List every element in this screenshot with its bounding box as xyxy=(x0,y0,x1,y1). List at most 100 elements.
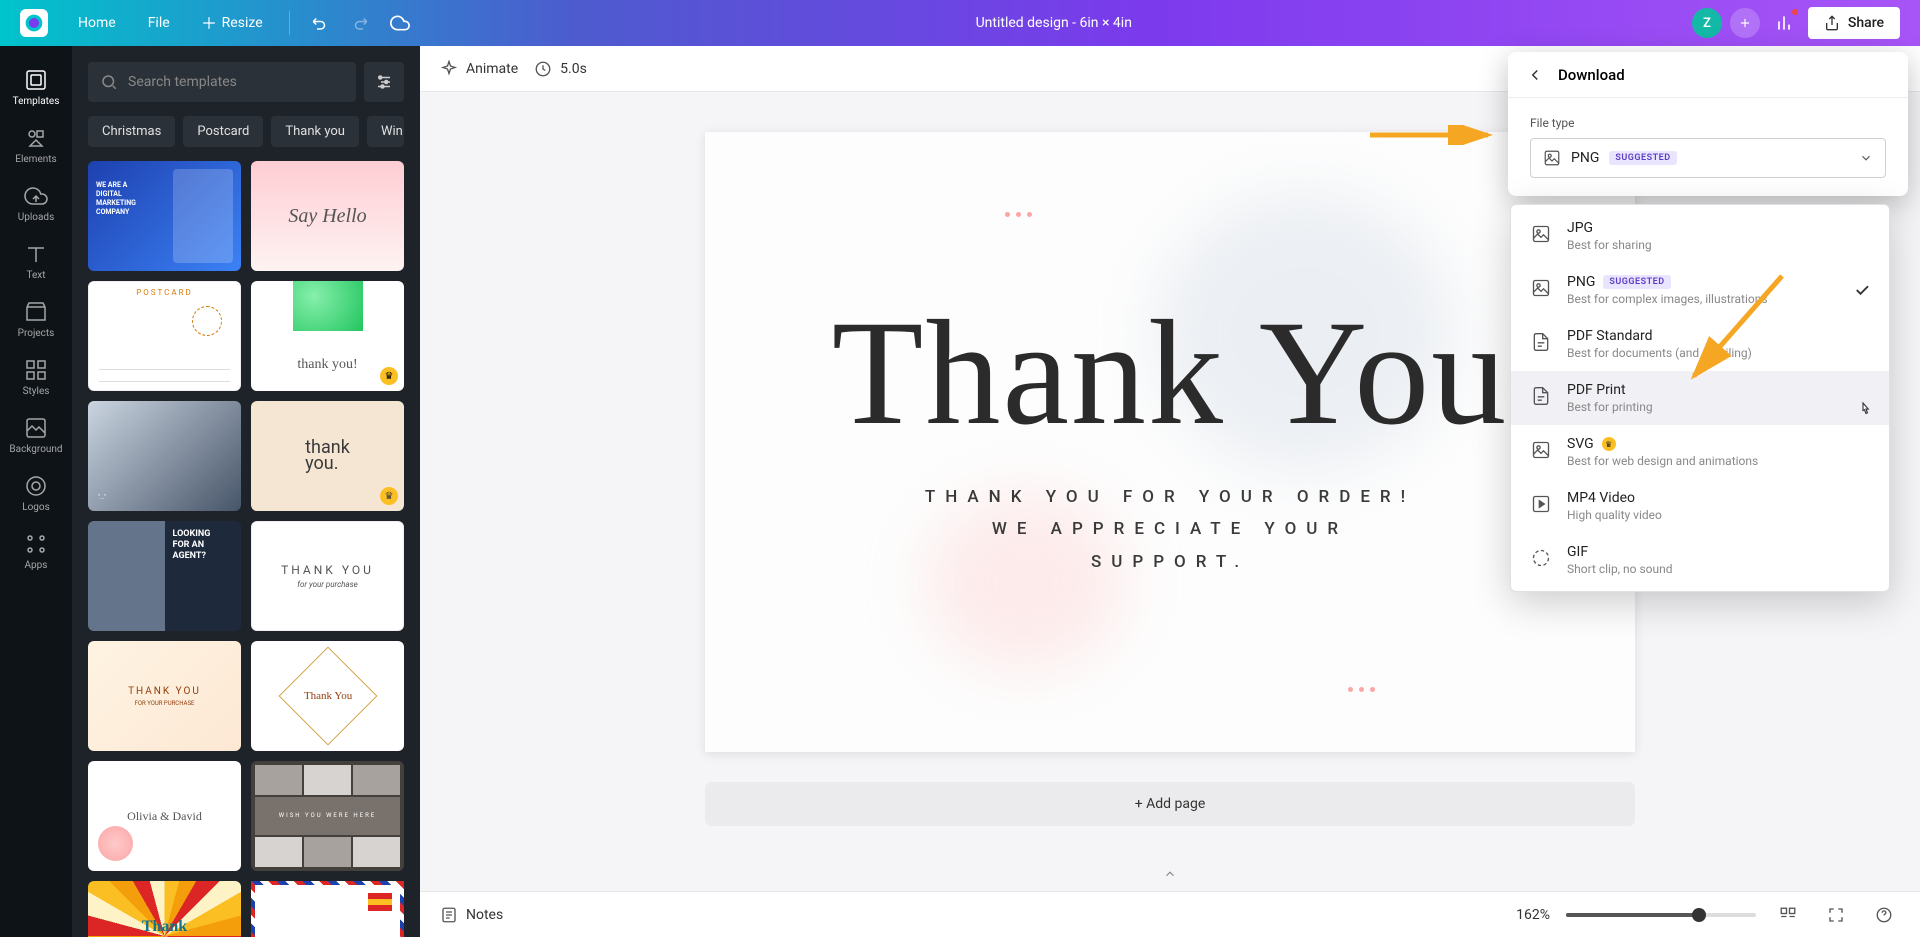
option-desc: High quality video xyxy=(1567,508,1871,522)
sliders-icon xyxy=(375,73,393,91)
crown-icon: ♛ xyxy=(1602,437,1616,451)
format-icon xyxy=(1529,276,1553,300)
suggested-badge: SUGGESTED xyxy=(1603,275,1670,289)
download-panel: Download File type PNG SUGGESTED xyxy=(1508,52,1908,196)
fullscreen-button[interactable] xyxy=(1820,899,1852,931)
annotation-arrow xyxy=(1370,125,1500,145)
sidebar-item-text[interactable]: Text xyxy=(0,232,72,290)
template-thumb[interactable]: Say Hello xyxy=(251,161,404,271)
chip-thank-you[interactable]: Thank you xyxy=(271,116,359,147)
sidebar-label: Styles xyxy=(23,386,50,397)
sidebar-label: Logos xyxy=(22,502,50,513)
zoom-slider[interactable] xyxy=(1566,913,1756,917)
home-button[interactable]: Home xyxy=(66,9,128,37)
back-button[interactable] xyxy=(1526,66,1544,84)
filter-button[interactable] xyxy=(364,62,404,102)
undo-button[interactable] xyxy=(304,7,336,39)
resize-button[interactable]: Resize xyxy=(190,9,275,37)
dropdown-item-svg[interactable]: SVG ♛ Best for web design and animations xyxy=(1511,425,1889,479)
template-thumb[interactable]: "..." xyxy=(88,401,241,511)
sidebar-item-styles[interactable]: Styles xyxy=(0,348,72,406)
grid-view-button[interactable] xyxy=(1772,899,1804,931)
zoom-value[interactable]: 162% xyxy=(1516,907,1550,923)
design-title[interactable]: Untitled design - 6in × 4in xyxy=(976,15,1132,31)
file-type-select[interactable]: PNG SUGGESTED xyxy=(1530,138,1886,178)
dropdown-item-mp4-video[interactable]: MP4 Video High quality video xyxy=(1511,479,1889,533)
template-thumb[interactable]: POSTCARD xyxy=(88,281,241,391)
page-nav-button[interactable] xyxy=(1163,867,1177,881)
file-type-label: File type xyxy=(1530,116,1886,130)
chip-row: Christmas Postcard Thank you Win xyxy=(88,116,404,147)
option-title: PDF Print xyxy=(1567,382,1626,398)
option-desc: Best for sharing xyxy=(1567,238,1871,252)
template-thumb[interactable]: ThankYou xyxy=(88,881,241,937)
sidebar-item-templates[interactable]: Templates xyxy=(0,58,72,116)
redo-button[interactable] xyxy=(344,7,376,39)
cursor-pointer-icon xyxy=(1857,399,1875,419)
insights-button[interactable] xyxy=(1768,7,1800,39)
top-toolbar: Home File Resize Untitled design - 6in ×… xyxy=(0,0,1920,46)
template-thumb[interactable]: LOOKINGFOR ANAGENT? xyxy=(88,521,241,631)
sidebar-item Projects[interactable]: Projects xyxy=(0,290,72,348)
dropdown-item-jpg[interactable]: JPG Best for sharing xyxy=(1511,209,1889,263)
search-input[interactable] xyxy=(128,74,344,90)
avatar[interactable]: Z xyxy=(1692,8,1722,38)
option-title: JPG xyxy=(1567,220,1593,236)
duration-label: 5.0s xyxy=(560,61,587,77)
notes-button[interactable]: Notes xyxy=(440,906,503,924)
suggested-badge: SUGGESTED xyxy=(1609,151,1676,165)
canva-logo[interactable] xyxy=(20,9,48,37)
search-box[interactable] xyxy=(88,62,356,102)
template-thumb[interactable]: Thank You xyxy=(251,641,404,751)
sidebar-label: Uploads xyxy=(18,212,54,223)
chip-postcard[interactable]: Postcard xyxy=(183,116,263,147)
format-icon xyxy=(1529,438,1553,462)
crown-icon: ♛ xyxy=(380,367,398,385)
option-title: SVG xyxy=(1567,436,1594,452)
clock-icon xyxy=(534,60,552,78)
animate-label: Animate xyxy=(466,61,518,77)
sidebar-item-background[interactable]: Background xyxy=(0,406,72,464)
share-button[interactable]: Share xyxy=(1808,7,1900,39)
duration-button[interactable]: 5.0s xyxy=(534,60,587,78)
slider-thumb[interactable] xyxy=(1692,908,1706,922)
option-title: PDF Standard xyxy=(1567,328,1653,344)
option-title: GIF xyxy=(1567,544,1588,560)
sidebar-label: Templates xyxy=(13,96,60,107)
chip-christmas[interactable]: Christmas xyxy=(88,116,175,147)
sidebar-item-elements[interactable]: Elements xyxy=(0,116,72,174)
template-thumb[interactable]: Olivia & David xyxy=(88,761,241,871)
canvas-heading[interactable]: Thank You xyxy=(832,306,1508,441)
template-thumb[interactable]: thank you!♛ xyxy=(251,281,404,391)
dropdown-item-gif[interactable]: GIFShort clip, no sound xyxy=(1511,533,1889,587)
format-icon xyxy=(1529,330,1553,354)
templates-grid: WE ARE ADIGITALMARKETINGCOMPANY Say Hell… xyxy=(88,161,404,937)
sidebar-item-apps[interactable]: Apps xyxy=(0,522,72,580)
help-button[interactable] xyxy=(1868,899,1900,931)
bg-decoration xyxy=(1005,212,1032,217)
chip-winter[interactable]: Win xyxy=(367,116,404,147)
template-thumb[interactable]: WE ARE ADIGITALMARKETINGCOMPANY xyxy=(88,161,241,271)
sidebar-item-uploads[interactable]: Uploads xyxy=(0,174,72,232)
template-thumb[interactable]: THANK YOUfor your purchase xyxy=(251,521,404,631)
add-page-button[interactable]: + Add page xyxy=(705,782,1635,826)
chevron-down-icon xyxy=(1859,151,1873,165)
file-type-dropdown: JPGBest for sharingPNGSUGGESTEDBest for … xyxy=(1510,204,1890,592)
design-canvas[interactable]: Thank You THANK YOU FOR YOUR ORDER! WE A… xyxy=(705,132,1635,752)
sidebar-item-logos[interactable]: Logos xyxy=(0,464,72,522)
text-line: SUPPORT. xyxy=(925,546,1415,578)
bottom-bar: Notes 162% xyxy=(420,891,1920,937)
resize-label: Resize xyxy=(222,15,263,31)
add-member-button[interactable] xyxy=(1730,8,1760,38)
share-label: Share xyxy=(1848,15,1884,31)
template-thumb[interactable]: thankyou.♛ xyxy=(251,401,404,511)
file-button[interactable]: File xyxy=(136,9,182,37)
canvas-body-text[interactable]: THANK YOU FOR YOUR ORDER! WE APPRECIATE … xyxy=(925,481,1415,578)
cloud-sync-icon[interactable] xyxy=(384,7,416,39)
template-thumb[interactable]: THANK YOUFOR YOUR PURCHASE xyxy=(88,641,241,751)
template-thumb[interactable]: WISH YOU WERE HERE xyxy=(251,761,404,871)
option-desc: Best for web design and animations xyxy=(1567,454,1871,468)
option-title: MP4 Video xyxy=(1567,490,1635,506)
template-thumb[interactable] xyxy=(251,881,404,937)
animate-button[interactable]: Animate xyxy=(440,60,518,78)
